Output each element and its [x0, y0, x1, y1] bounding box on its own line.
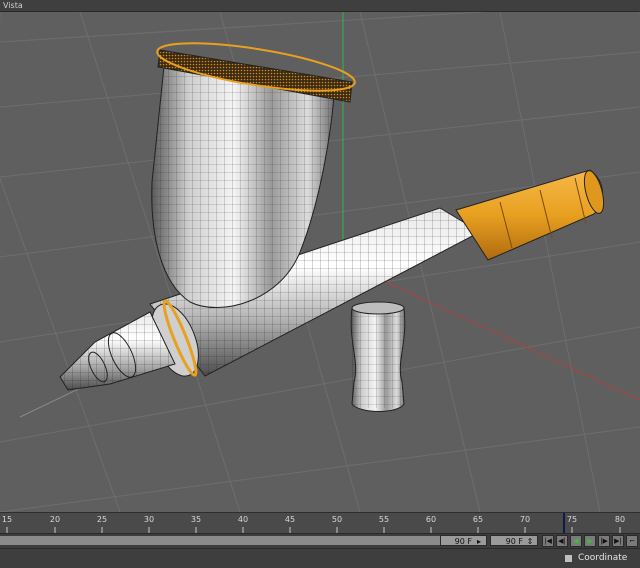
- play-icon: ▶: [587, 537, 593, 545]
- step-forward-icon: |▶: [600, 537, 608, 545]
- skip-forward-icon: ▶|: [614, 537, 622, 545]
- record-button[interactable]: ⌐: [626, 535, 638, 547]
- go-to-start-button[interactable]: |◀: [542, 535, 554, 547]
- playback-controls: 90 F ▸ 90 F ⇕ |◀ ◀| ◀ ▶ |▶ ▶| ⌐: [0, 533, 640, 548]
- stepper-icon: ⇕: [526, 537, 534, 546]
- playhead[interactable]: [563, 513, 565, 534]
- go-to-end-button[interactable]: ▶|: [612, 535, 624, 547]
- key-icon: ⌐: [629, 537, 635, 545]
- step-back-icon: ◀|: [558, 537, 566, 545]
- timeline[interactable]: 15 20 25 30 35 40 45 50 55 60 65 70 75 8…: [0, 512, 640, 534]
- coordinate-icon: [565, 554, 572, 562]
- play-backward-icon: ◀: [573, 537, 579, 545]
- coordinate-label: Coordinate: [578, 553, 628, 563]
- viewport-title: Vista: [3, 1, 23, 10]
- play-forward-button[interactable]: ▶: [584, 535, 596, 547]
- coordinate-tab[interactable]: Coordinate: [565, 551, 627, 565]
- preview-max-frame-value: 90 F: [454, 537, 472, 546]
- preview-max-frame-field[interactable]: 90 F ▸: [440, 535, 487, 546]
- play-backward-button[interactable]: ◀: [570, 535, 582, 547]
- trigger-handle: [350, 301, 406, 412]
- viewport-3d[interactable]: [0, 12, 640, 512]
- arrow-right-icon: ▸: [476, 537, 481, 546]
- viewport-header: Vista: [0, 0, 640, 12]
- preview-range-bar[interactable]: [0, 536, 486, 545]
- timeline-tick-marks: [6, 527, 621, 534]
- step-forward-button[interactable]: |▶: [598, 535, 610, 547]
- skip-back-icon: |◀: [544, 537, 552, 545]
- max-frame-value: 90 F: [505, 537, 523, 546]
- orange-tail: [455, 169, 605, 261]
- step-back-button[interactable]: ◀|: [556, 535, 568, 547]
- status-bar: Coordinate: [0, 548, 640, 568]
- timeline-ruler[interactable]: 15 20 25 30 35 40 45 50 55 60 65 70 75 8…: [0, 513, 640, 534]
- viewport-scene[interactable]: [0, 12, 640, 512]
- max-frame-field[interactable]: 90 F ⇕: [490, 535, 538, 546]
